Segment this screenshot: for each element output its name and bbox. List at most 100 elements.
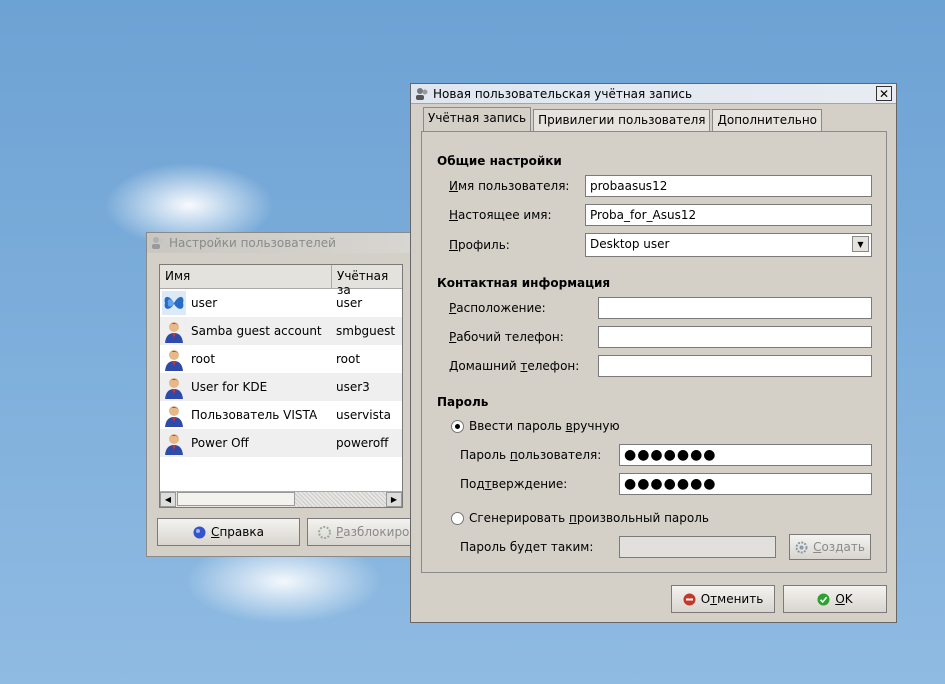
scroll-left-icon[interactable]: ◀ <box>160 492 176 507</box>
generate-password-label: Сгенерировать произвольный пароль <box>469 511 709 525</box>
manual-password-label-prefix: Ввести пароль <box>469 419 566 433</box>
generate-password-label-text: роизвольный пароль <box>576 511 709 525</box>
user-name: User for KDE <box>191 380 268 394</box>
realname-label: Настоящее имя: <box>449 208 552 222</box>
user-account: root <box>336 352 361 366</box>
user-password-label-text: ользователя: <box>517 448 602 462</box>
location-label-text: асположение: <box>456 301 546 315</box>
table-row[interactable]: Samba guest account smbguest <box>160 317 402 345</box>
ok-button-label: K <box>844 592 853 606</box>
user-settings-titlebar[interactable]: Настройки пользователей <box>147 233 413 253</box>
contact-info-heading: Контактная информация <box>437 276 611 290</box>
realname-label-text: астоящее имя: <box>458 208 552 222</box>
username-field[interactable]: probaasus12 <box>585 175 872 197</box>
dialog-title: Новая пользовательская учётная запись <box>433 86 693 101</box>
user-password-label-prefix: Пароль <box>460 448 510 462</box>
user-account: poweroff <box>336 436 389 450</box>
cancel-button-label: менить <box>717 592 764 606</box>
user-account: smbguest <box>336 324 396 338</box>
table-row[interactable]: root root <box>160 345 402 373</box>
user-name: root <box>191 352 216 366</box>
work-phone-label: Рабочий телефон: <box>449 330 564 344</box>
user-settings-window: Настройки пользователей Имя Учётная за u… <box>146 232 415 557</box>
gear-icon <box>795 541 808 554</box>
cancel-button-prefix: О <box>700 592 711 606</box>
realname-field[interactable]: Proba_for_Asus12 <box>585 204 872 226</box>
realname-label-mnemonic: Н <box>449 208 459 222</box>
user-password-label-mnemonic: п <box>509 448 518 462</box>
cancel-icon <box>683 593 696 606</box>
user-name-cell: Power Off <box>160 431 332 455</box>
manual-password-label-text: ручную <box>572 419 620 433</box>
column-header-account[interactable]: Учётная за <box>332 265 402 297</box>
home-phone-label-prefix: Домашний <box>449 359 521 373</box>
profile-select[interactable]: Desktop user ▼ <box>585 233 872 257</box>
home-phone-label: Домашний телефон: <box>449 359 579 373</box>
username-label-mnemonic: И <box>449 179 458 193</box>
cancel-button[interactable]: От менить <box>671 585 775 613</box>
table-row[interactable]: User for KDE user3 <box>160 373 402 401</box>
horizontal-scrollbar[interactable]: ◀ ▶ <box>160 491 402 507</box>
create-button-mnemonic: С <box>813 540 822 554</box>
help-button-mnemonic: С <box>211 525 220 539</box>
work-phone-field[interactable] <box>598 326 872 348</box>
user-name-cell: root <box>160 347 332 371</box>
tab-privileges[interactable]: Привилегии пользователя <box>533 109 711 131</box>
profile-label: Профиль: <box>449 238 510 252</box>
home-phone-label-text: елефон: <box>527 359 580 373</box>
tab-advanced[interactable]: Дополнительно <box>712 109 823 131</box>
cancel-button-mnemonic: т <box>710 592 718 606</box>
help-icon <box>193 526 206 539</box>
user-name-cell: User for KDE <box>160 375 332 399</box>
password-heading: Пароль <box>437 395 489 409</box>
butterfly-icon <box>162 291 186 315</box>
help-button[interactable]: Справка <box>157 518 300 546</box>
close-icon[interactable]: ✕ <box>876 86 892 101</box>
username-label-text: мя пользователя: <box>457 179 570 193</box>
users-list[interactable]: Имя Учётная за user user Samba guest accou… <box>159 264 403 508</box>
ok-button[interactable]: OK <box>783 585 887 613</box>
manual-password-label-mnemonic: в <box>565 419 573 433</box>
profile-select-value: Desktop user <box>590 237 670 251</box>
manual-password-radio[interactable] <box>451 420 464 433</box>
user-name: Power Off <box>191 436 249 450</box>
user-account: user <box>336 296 363 310</box>
profile-label-text: рофиль: <box>458 238 510 252</box>
user-account: uservista <box>336 408 391 422</box>
help-button-label: правка <box>219 525 264 539</box>
chevron-down-icon[interactable]: ▼ <box>852 236 869 252</box>
scrollbar-thumb[interactable] <box>177 492 295 506</box>
user-settings-title: Настройки пользователей <box>169 236 336 250</box>
column-header-name[interactable]: Имя <box>160 265 332 288</box>
scroll-right-icon[interactable]: ▶ <box>386 492 402 507</box>
user-name: Пользователь VISTA <box>191 408 318 422</box>
user-name-cell: Пользователь VISTA <box>160 403 332 427</box>
table-row[interactable]: Пользователь VISTA uservista <box>160 401 402 429</box>
table-row[interactable]: Power Off poweroff <box>160 429 402 457</box>
user-icon <box>162 431 186 455</box>
generate-password-label-prefix: Сгенерировать <box>469 511 569 525</box>
manual-password-label: Ввести пароль вручную <box>469 419 620 433</box>
tab-account[interactable]: Учётная запись <box>423 107 532 131</box>
new-user-dialog-titlebar[interactable]: Новая пользовательская учётная запись ✕ <box>411 84 896 104</box>
unlock-button[interactable]: Разблокиро <box>307 518 415 546</box>
user-name: user <box>191 296 218 310</box>
user-password-field[interactable]: ●●●●●●● <box>619 444 872 466</box>
user-name-cell: user <box>160 291 332 315</box>
general-settings-heading: Общие настройки <box>437 154 562 168</box>
user-icon <box>162 375 186 399</box>
generate-password-radio[interactable] <box>451 512 464 525</box>
user-name-cell: Samba guest account <box>160 319 332 343</box>
scrollbar-track[interactable] <box>295 492 386 507</box>
user-account: user3 <box>336 380 370 394</box>
location-field[interactable] <box>598 297 872 319</box>
table-row[interactable]: user user <box>160 289 402 317</box>
users-list-header: Имя Учётная за <box>160 265 402 297</box>
create-button-label: оздать <box>821 540 865 554</box>
home-phone-field[interactable] <box>598 355 872 377</box>
checkmark-icon <box>817 593 830 606</box>
users-icon <box>151 236 165 250</box>
users-icon <box>415 87 429 101</box>
generated-password-field <box>619 536 776 558</box>
confirm-password-field[interactable]: ●●●●●●● <box>619 473 872 495</box>
